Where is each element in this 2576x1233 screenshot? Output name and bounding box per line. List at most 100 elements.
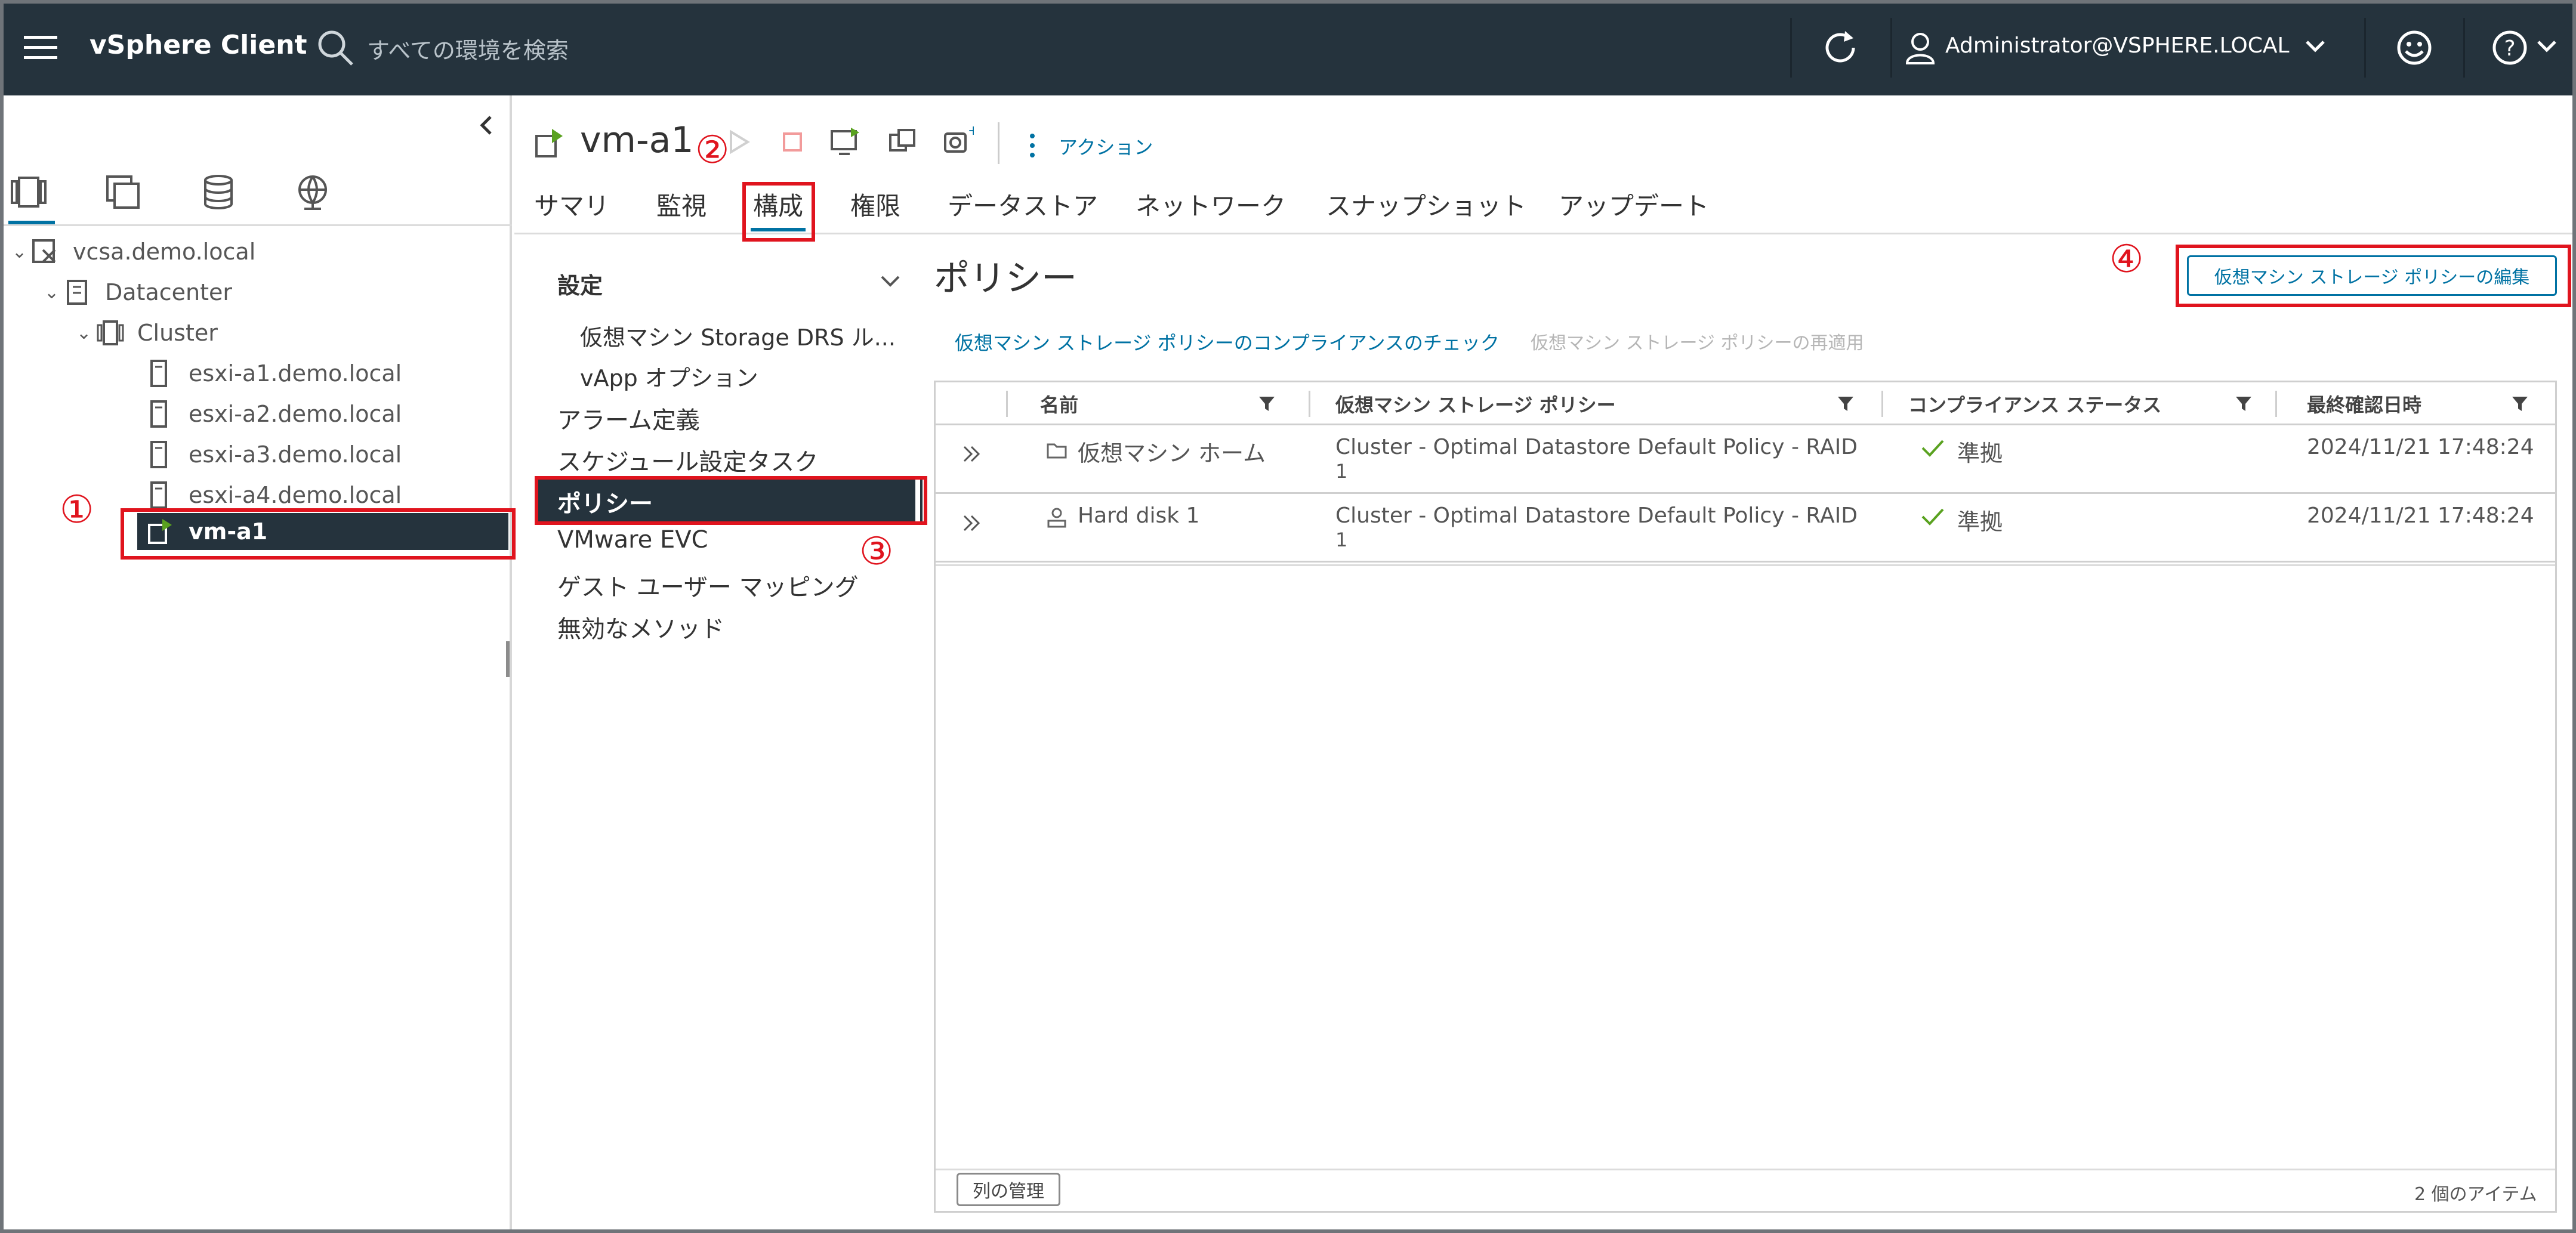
tab-summary[interactable]: サマリ (534, 186, 609, 223)
highlight-box-edit-button (2176, 245, 2571, 307)
console-icon[interactable] (829, 126, 860, 157)
nav-item-alarm-definitions[interactable]: アラーム定義 (557, 401, 700, 435)
highlight-box-configure-tab (742, 182, 815, 242)
help-icon[interactable]: ? (2491, 29, 2529, 67)
tab-datastores[interactable]: データストア (948, 186, 1098, 223)
feedback-smiley-icon[interactable] (2395, 29, 2433, 67)
collapse-panel-icon[interactable] (475, 113, 499, 137)
header-divider (1890, 18, 1892, 78)
filter-icon[interactable] (2235, 394, 2253, 412)
col-divider (1309, 391, 1310, 417)
tab-snapshots[interactable]: スナップショット (1326, 186, 1526, 223)
user-icon (1904, 31, 1937, 64)
tree-item-host[interactable]: esxi-a1.demo.local (147, 356, 402, 391)
row-policy-cont: 1 (1335, 529, 1348, 551)
host-icon (147, 441, 178, 468)
table-footer (936, 1169, 2555, 1170)
settings-section-header[interactable]: 設定 (557, 267, 603, 300)
storage-view-icon[interactable] (199, 173, 237, 211)
tree-item-host[interactable]: esxi-a2.demo.local (147, 396, 402, 432)
inventory-panel: ⌄ vcsa.demo.local ⌄ Datacenter ⌄ Cluster… (4, 95, 512, 1229)
manage-columns-button[interactable]: 列の管理 (957, 1173, 1060, 1206)
tree-item-cluster[interactable]: ⌄ Cluster (76, 315, 218, 351)
annotation-2: ② (695, 128, 730, 172)
tree-item-label: esxi-a4.demo.local (189, 482, 402, 508)
tree-item-label: esxi-a3.demo.local (189, 441, 402, 468)
nav-item-invalid-methods[interactable]: 無効なメソッド (557, 610, 724, 644)
networking-view-icon[interactable] (294, 173, 332, 211)
row-policy: Cluster - Optimal Datastore Default Poli… (1335, 435, 1858, 459)
reapply-policy-link[interactable]: 仮想マシン ストレージ ポリシーの再適用 (1531, 328, 1864, 354)
app-title[interactable]: vSphere Client (90, 30, 307, 60)
column-header-policy[interactable]: 仮想マシン ストレージ ポリシー (1335, 382, 1616, 425)
tree-item-label: Cluster (137, 320, 218, 346)
header-divider (1790, 18, 1792, 78)
chevron-down-icon[interactable]: ⌄ (76, 323, 95, 344)
tree-item-datacenter[interactable]: ⌄ Datacenter (44, 274, 232, 310)
highlight-box-policies (535, 476, 927, 525)
datacenter-icon (63, 279, 94, 306)
user-menu[interactable]: Administrator@VSPHERE.LOCAL (1945, 33, 2290, 58)
nav-item-storage-drs-rules[interactable]: 仮想マシン Storage DRS ル... (580, 319, 896, 352)
migrate-icon[interactable] (887, 126, 918, 157)
tab-monitor[interactable]: 監視 (656, 186, 707, 223)
object-title: vm-a1 (580, 119, 694, 161)
tab-permissions[interactable]: 権限 (850, 186, 900, 223)
menu-icon[interactable] (23, 30, 58, 66)
check-icon (1920, 437, 1945, 459)
policy-table: 名前 仮想マシン ストレージ ポリシー コンプライアンス ステータス 最終確認日… (934, 381, 2557, 1213)
vms-templates-view-icon[interactable] (104, 173, 142, 211)
filter-icon[interactable] (2511, 394, 2529, 412)
tree-item-label: vcsa.demo.local (73, 239, 256, 265)
tabs-divider (514, 233, 2572, 234)
actions-menu[interactable]: アクション (1059, 132, 1153, 160)
nav-item-guest-user-mappings[interactable]: ゲスト ユーザー マッピング (557, 568, 859, 602)
more-actions-icon[interactable] (1028, 132, 1037, 159)
col-divider (1006, 391, 1008, 417)
row-policy-cont: 1 (1335, 460, 1348, 483)
search-input[interactable]: すべての環境を検索 (367, 32, 569, 65)
column-header-last-checked[interactable]: 最終確認日時 (2307, 382, 2421, 425)
tree-item-vcenter[interactable]: ⌄ vcsa.demo.local (12, 234, 255, 270)
power-off-icon[interactable] (780, 130, 804, 154)
chevron-down-icon[interactable]: ⌄ (44, 282, 63, 303)
tab-networks[interactable]: ネットワーク (1136, 186, 1286, 223)
folder-icon (1046, 440, 1068, 461)
chevron-down-icon[interactable] (2304, 37, 2326, 55)
column-header-name[interactable]: 名前 (1040, 382, 1078, 425)
annotation-4: ④ (2109, 237, 2144, 282)
search-icon[interactable] (316, 29, 354, 67)
tree-item-host[interactable]: esxi-a3.demo.local (147, 437, 402, 472)
item-count: 2 個のアイテム (2414, 1184, 2537, 1205)
header-divider (2463, 18, 2465, 78)
nav-item-scheduled-tasks[interactable]: スケジュール設定タスク (557, 443, 818, 477)
chevron-down-icon[interactable] (2536, 37, 2558, 55)
header-divider (2364, 18, 2366, 78)
chevron-down-icon[interactable] (880, 272, 901, 290)
refresh-icon[interactable] (1820, 27, 1861, 68)
expand-row-icon[interactable] (961, 442, 985, 466)
nav-item-vmware-evc[interactable]: VMware EVC (557, 526, 708, 554)
object-vm-icon (534, 126, 567, 160)
row-name: Hard disk 1 (1078, 503, 1200, 528)
filter-icon[interactable] (1258, 394, 1276, 412)
tab-updates[interactable]: アップデート (1559, 186, 1709, 223)
row-last-checked: 2024/11/21 17:48:24 (2307, 435, 2534, 459)
check-compliance-link[interactable]: 仮想マシン ストレージ ポリシーのコンプライアンスのチェック (955, 328, 1500, 356)
expand-row-icon[interactable] (961, 511, 985, 535)
panel-resize-handle[interactable] (506, 641, 510, 677)
snapshot-icon[interactable]: + (942, 123, 979, 157)
col-divider (2275, 391, 2277, 417)
filter-icon[interactable] (1837, 394, 1855, 412)
vcenter-icon (31, 238, 62, 265)
col-divider (1881, 391, 1883, 417)
tree-item-host[interactable]: esxi-a4.demo.local (147, 477, 402, 513)
row-compliance: 準拠 (1957, 440, 2003, 466)
annotation-3: ③ (859, 530, 894, 574)
hosts-clusters-view-icon[interactable] (10, 173, 48, 211)
svg-text:?: ? (2504, 36, 2515, 61)
host-icon (147, 481, 178, 509)
chevron-down-icon[interactable]: ⌄ (12, 242, 31, 262)
nav-item-vapp-options[interactable]: vApp オプション (580, 360, 758, 393)
column-header-compliance[interactable]: コンプライアンス ステータス (1908, 382, 2161, 425)
